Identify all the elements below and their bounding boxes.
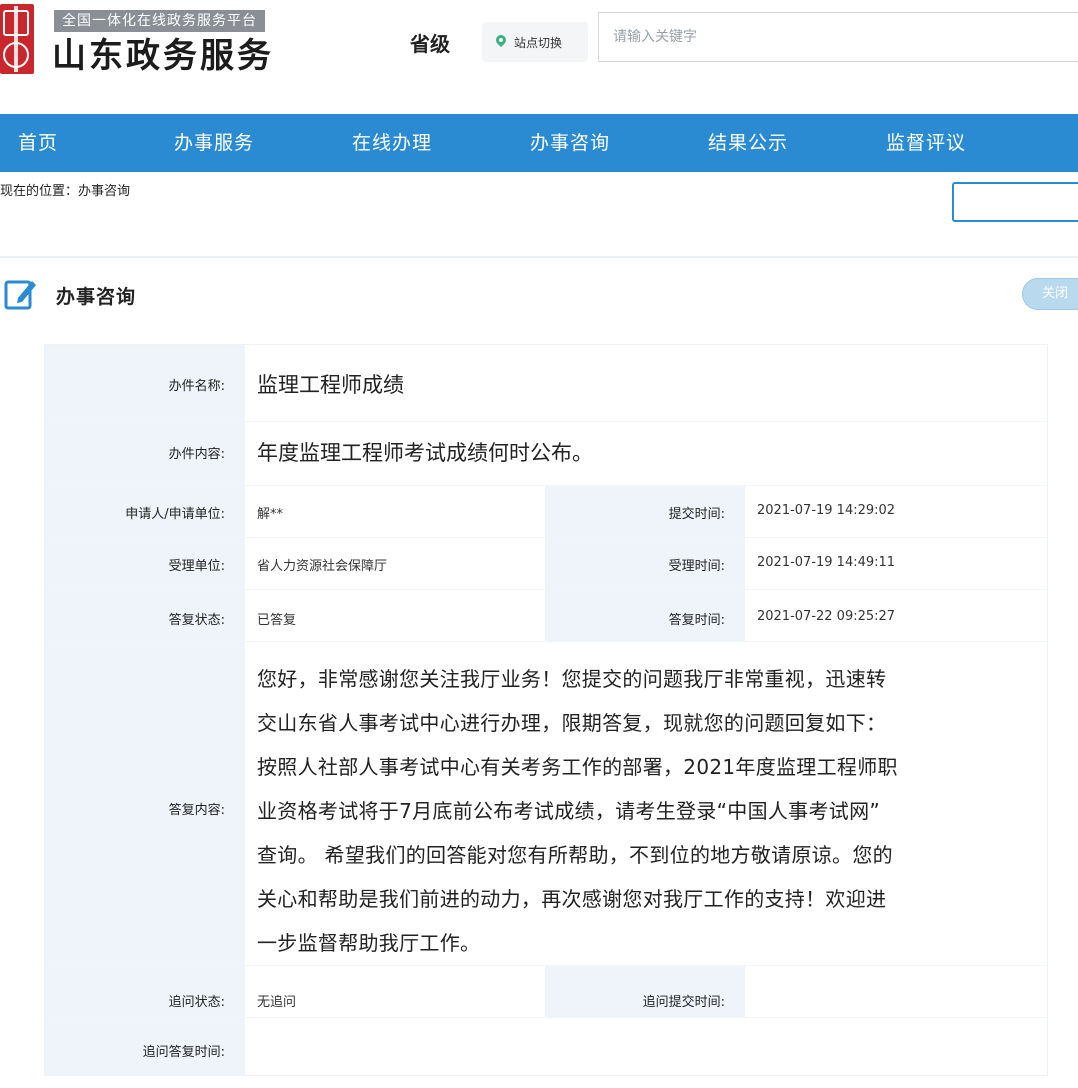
row-divider <box>45 421 1049 422</box>
location-pin-icon <box>496 35 506 49</box>
secondary-search-box[interactable] <box>952 182 1078 222</box>
reply-content-text: 您好，非常感谢您关注我厅业务！您提交的问题我厅非常重视，迅速转 交山东省人事考试… <box>257 657 1037 965</box>
name-label: 办件名称: <box>168 379 225 394</box>
submit-time-value: 2021-07-19 14:29:02 <box>757 503 896 518</box>
nav-item-online[interactable]: 在线办理 <box>352 114 432 172</box>
nav-item-consult[interactable]: 办事咨询 <box>530 114 610 172</box>
reply-time-label: 答复时间: <box>668 613 725 628</box>
reply-line: 交山东省人事考试中心进行办理，限期答复，现就您的问题回复如下： <box>257 711 887 735</box>
breadcrumb-prefix: 现在的位置： <box>0 184 79 199</box>
row-divider <box>45 485 1049 486</box>
reply-time-value: 2021-07-22 09:25:27 <box>757 609 896 624</box>
followup-status-value: 无追问 <box>257 995 297 1010</box>
nav-item-results[interactable]: 结果公示 <box>708 114 788 172</box>
submit-time-label: 提交时间: <box>668 507 725 522</box>
seal-logo-icon <box>0 4 34 74</box>
consult-detail-table: 办件名称: 监理工程师成绩 办件内容: 年度监理工程师考试成绩何时公布。 申请人… <box>44 344 1049 1076</box>
accept-time-label: 受理时间: <box>668 559 725 574</box>
reply-line: 一步监督帮助我厅工作。 <box>257 931 481 955</box>
row-divider <box>45 1017 1049 1018</box>
applicant-label: 申请人/申请单位: <box>125 507 225 522</box>
breadcrumb-current[interactable]: 办事咨询 <box>78 184 130 199</box>
reply-line: 查询。 希望我们的回答能对您有所帮助，不到位的地方敬请原谅。您的 <box>257 843 893 867</box>
reply-line: 关心和帮助是我们前进的动力，再次感谢您对我厅工作的支持！欢迎进 <box>257 887 887 911</box>
nav-item-supervise[interactable]: 监督评议 <box>886 114 966 172</box>
accept-time-value: 2021-07-19 14:49:11 <box>757 555 896 570</box>
applicant-value: 解** <box>257 507 284 522</box>
name-value: 监理工程师成绩 <box>257 373 404 397</box>
edit-note-icon <box>4 280 36 310</box>
accept-unit-value: 省人力资源社会保障厅 <box>257 559 388 574</box>
search-input[interactable] <box>598 12 1078 62</box>
divider <box>0 256 1078 258</box>
close-button[interactable]: 关闭 <box>1022 278 1078 310</box>
row-divider <box>45 965 1049 966</box>
row-divider <box>45 589 1049 590</box>
section-title: 办事咨询 <box>56 286 137 308</box>
followup-status-label: 追问状态: <box>168 995 225 1010</box>
reply-line: 业资格考试将于7月底前公布考试成绩，请考生登录“中国人事考试网” <box>257 799 881 823</box>
platform-tag: 全国一体化在线政务服务平台 <box>54 10 265 32</box>
breadcrumb: 现在的位置：办事咨询 <box>0 180 130 199</box>
nav-item-services[interactable]: 办事服务 <box>174 114 254 172</box>
site-switch-label: 站点切换 <box>514 35 563 50</box>
followup-submit-label: 追问提交时间: <box>642 995 725 1010</box>
site-header: 全国一体化在线政务服务平台 山东政务服务 省级 站点切换 <box>0 0 1078 112</box>
reply-status-label: 答复状态: <box>168 613 225 628</box>
site-switch-button[interactable]: 站点切换 <box>482 22 588 62</box>
main-nav: 首页 办事服务 在线办理 办事咨询 结果公示 监督评议 <box>0 114 1078 172</box>
level-label: 省级 <box>410 32 450 56</box>
row-divider <box>45 537 1049 538</box>
reply-status-value: 已答复 <box>257 613 297 628</box>
content-value: 年度监理工程师考试成绩何时公布。 <box>257 441 593 465</box>
reply-line: 您好，非常感谢您关注我厅业务！您提交的问题我厅非常重视，迅速转 <box>257 667 887 691</box>
content-label: 办件内容: <box>168 447 225 462</box>
reply-line: 按照人社部人事考试中心有关考务工作的部署，2021年度监理工程师职 <box>257 755 898 779</box>
row-divider <box>45 641 1049 642</box>
followup-reply-time-label: 追问答复时间: <box>142 1045 225 1060</box>
nav-item-home[interactable]: 首页 <box>18 114 58 172</box>
accept-unit-label: 受理单位: <box>168 559 225 574</box>
site-title[interactable]: 山东政务服务 <box>52 34 274 78</box>
reply-content-label: 答复内容: <box>168 803 225 818</box>
